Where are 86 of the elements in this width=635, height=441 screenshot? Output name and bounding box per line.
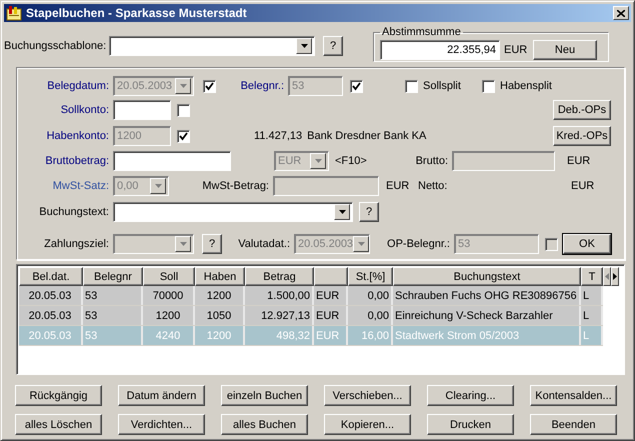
checkbox-label: Habensplit xyxy=(500,80,550,92)
table-cell: 16,00 xyxy=(348,326,393,345)
field-label: Bruttobetrag: xyxy=(44,155,110,167)
column-header[interactable] xyxy=(314,267,348,286)
field-label: Sollkonto: xyxy=(60,104,110,116)
action-button[interactable]: Beenden xyxy=(530,414,617,435)
group-title: Abstimmsumme xyxy=(381,26,462,38)
column-header[interactable]: Haben xyxy=(195,267,245,286)
currency-label: EUR xyxy=(571,180,594,192)
table-cell: 4240 xyxy=(143,326,195,345)
caret-icon xyxy=(358,242,365,246)
caret-icon xyxy=(180,84,186,88)
action-button[interactable]: alles Buchen xyxy=(221,414,308,435)
field-label: Valutadat.: xyxy=(237,238,291,250)
field-label: Zahlungsziel: xyxy=(43,238,110,250)
ok-button[interactable]: OK xyxy=(563,234,611,254)
account-balance: 11.427,13 xyxy=(254,130,302,142)
field-label: Buchungsschablone: xyxy=(4,40,108,52)
table-cell: Stadtwerk Strom 05/2003 xyxy=(393,326,581,345)
table-cell: 53 xyxy=(83,326,143,345)
dropdown-button[interactable] xyxy=(296,38,312,54)
field-label: Brutto: xyxy=(414,155,449,167)
balance-field[interactable]: 22.355,94 xyxy=(380,40,500,60)
column-header[interactable]: Betrag xyxy=(245,267,314,286)
checkbox[interactable] xyxy=(405,80,418,92)
column-header[interactable]: T xyxy=(581,267,603,286)
shortcut-hint: <F10> xyxy=(335,155,367,167)
dropdown-button[interactable] xyxy=(334,204,350,220)
debit-items-button[interactable]: Deb.-OPs xyxy=(553,100,611,120)
close-button[interactable] xyxy=(613,6,629,20)
help-button[interactable]: ? xyxy=(359,202,379,222)
caret-icon xyxy=(338,210,346,214)
action-button[interactable]: alles Löschen xyxy=(15,414,102,435)
checkbox-label: Sollsplit xyxy=(423,80,462,92)
table-cell: 498,32 xyxy=(245,326,314,345)
debit-account-field[interactable] xyxy=(113,100,171,120)
table-cell: 1200 xyxy=(195,326,245,345)
left-arrow-icon xyxy=(605,273,609,280)
right-arrow-icon xyxy=(613,273,617,280)
action-button[interactable]: Verschieben... xyxy=(324,385,411,406)
action-button[interactable]: Datum ändern xyxy=(118,385,205,406)
action-button[interactable]: Verdichten... xyxy=(118,414,205,435)
column-header[interactable]: Belegnr xyxy=(83,267,143,286)
table-cell: L xyxy=(581,326,603,345)
currency-label: EUR xyxy=(386,180,410,192)
close-icon xyxy=(617,10,625,16)
column-header[interactable]: Bel.dat. xyxy=(19,267,83,286)
caret-icon xyxy=(154,184,162,188)
field-label: OP-Belegnr.: xyxy=(386,238,451,250)
field-label: Belegdatum: xyxy=(46,80,110,92)
table-cell: 20.05.03 xyxy=(19,326,83,345)
account-name: Bank Dresdner Bank KA xyxy=(307,130,426,142)
action-button[interactable]: Rückgängig xyxy=(15,385,102,406)
action-button[interactable]: Kontensalden... xyxy=(530,385,617,406)
action-button[interactable]: Clearing... xyxy=(427,385,514,406)
currency-label: EUR xyxy=(567,155,590,167)
field-label: Buchungstext: xyxy=(38,206,110,218)
currency-label: EUR xyxy=(504,44,528,56)
template-dropdown[interactable] xyxy=(109,36,315,56)
column-header[interactable]: Buchungstext xyxy=(393,267,581,286)
action-button[interactable]: Kopieren... xyxy=(324,414,411,435)
table-cell: EUR xyxy=(314,326,348,345)
table-row[interactable]: 20.05.03 53 1200 1050 12.927,13 EUR 0,00 Einreichung V-Scheck Barzahler L xyxy=(19,306,603,326)
help-button[interactable]: ? xyxy=(323,36,343,56)
booking-text-dropdown[interactable] xyxy=(113,202,353,222)
field-label: Habenkonto: xyxy=(46,130,110,142)
field-label: Belegnr.: xyxy=(240,80,285,92)
gross-amount-field[interactable] xyxy=(113,151,231,171)
field-label: MwSt-Betrag: xyxy=(201,180,270,192)
window-title: Stapelbuchen - Sparkasse Musterstadt xyxy=(26,6,247,20)
field-label: Netto: xyxy=(418,180,448,192)
caret-icon xyxy=(300,44,308,48)
checkbox[interactable] xyxy=(482,80,495,92)
new-button[interactable]: Neu xyxy=(533,40,597,60)
caret-icon xyxy=(180,242,186,246)
scroll-right-button[interactable] xyxy=(611,267,619,286)
scroll-left-button[interactable] xyxy=(603,267,611,286)
table-row[interactable]: 20.05.03 53 70000 1200 1.500,00 EUR 0,00 Schrauben Fuchs OHG RE30896756 L xyxy=(19,286,603,306)
field-label: MwSt-Satz: xyxy=(52,180,110,192)
column-header[interactable]: Soll xyxy=(143,267,195,286)
column-header[interactable]: St.[%] xyxy=(348,267,393,286)
app-icon xyxy=(6,5,22,21)
action-button[interactable]: Drucken xyxy=(427,414,514,435)
action-button[interactable]: einzeln Buchen xyxy=(221,385,308,406)
checkbox[interactable] xyxy=(177,104,190,116)
caret-icon xyxy=(314,159,322,163)
